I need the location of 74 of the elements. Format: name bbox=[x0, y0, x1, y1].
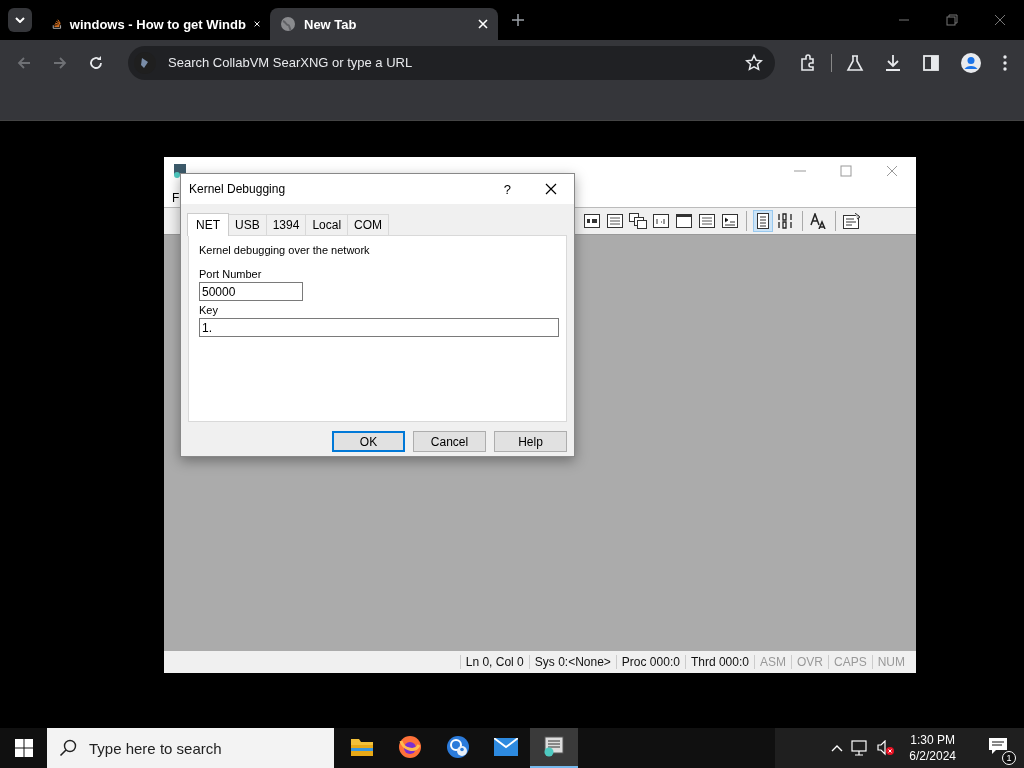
toolbar-button[interactable] bbox=[809, 210, 829, 232]
close-icon[interactable] bbox=[545, 183, 557, 195]
side-panel-icon[interactable] bbox=[922, 53, 940, 72]
register-window-icon bbox=[653, 214, 669, 228]
list-window-icon bbox=[699, 214, 715, 228]
clock-date[interactable]: 6/2/2024 bbox=[909, 749, 956, 763]
toolbar-button[interactable] bbox=[753, 210, 773, 232]
search-input[interactable]: Type here to search bbox=[87, 738, 321, 758]
list-window-icon bbox=[607, 214, 623, 228]
browser-tab[interactable]: windows - How to get Windb bbox=[42, 8, 270, 40]
star-icon[interactable] bbox=[745, 53, 763, 72]
field-label: Port Number bbox=[199, 268, 262, 280]
chevron-down-icon bbox=[15, 17, 25, 23]
globe-icon bbox=[280, 16, 296, 32]
address-bar[interactable]: Search CollabVM SearXNG or type a URL bbox=[128, 45, 775, 80]
tab-list-button[interactable] bbox=[8, 8, 32, 32]
tab-title: New Tab bbox=[304, 16, 358, 32]
binary-icon bbox=[777, 213, 795, 229]
restore-icon[interactable] bbox=[946, 14, 958, 26]
mail-icon bbox=[494, 738, 518, 756]
folder-icon bbox=[350, 736, 374, 758]
field-label: Key bbox=[199, 304, 218, 316]
puzzle-icon[interactable] bbox=[799, 53, 817, 72]
key-field[interactable]: 1. bbox=[199, 318, 559, 337]
menu-icon[interactable] bbox=[1002, 53, 1008, 72]
forward-icon[interactable] bbox=[52, 54, 68, 71]
port-number-field[interactable]: 50000 bbox=[199, 282, 303, 301]
search-icon bbox=[59, 739, 77, 757]
network-icon[interactable] bbox=[851, 740, 870, 756]
taskbar-app[interactable] bbox=[530, 728, 578, 768]
dialog-button[interactable]: Help bbox=[494, 431, 567, 452]
dialog-title: Kernel Debugging bbox=[189, 182, 286, 196]
status-field: Thrd 000:0 bbox=[684, 655, 754, 669]
plus-icon[interactable] bbox=[512, 14, 524, 26]
status-field: CAPS bbox=[828, 655, 872, 669]
people-icon bbox=[446, 735, 470, 759]
help-button[interactable]: ? bbox=[499, 181, 515, 197]
browser-tab[interactable]: New Tab bbox=[270, 8, 498, 40]
tab[interactable]: COM bbox=[347, 214, 390, 235]
close-icon[interactable] bbox=[253, 19, 260, 29]
options-icon bbox=[843, 213, 861, 229]
toolbar-button[interactable] bbox=[628, 210, 648, 232]
tab[interactable]: NET bbox=[187, 213, 229, 236]
status-field: NUM bbox=[871, 655, 910, 669]
taskbar-search-field[interactable]: Type here to search bbox=[47, 728, 334, 768]
status-field: Sys 0:<None> bbox=[528, 655, 616, 669]
status-field: OVR bbox=[790, 655, 828, 669]
notification-badge: 1 bbox=[1002, 751, 1016, 765]
profile-icon[interactable] bbox=[960, 51, 982, 74]
font-size-icon bbox=[810, 213, 828, 229]
status-field: Proc 000:0 bbox=[615, 655, 685, 669]
stacked-windows-icon bbox=[629, 213, 647, 229]
menu-item[interactable]: F bbox=[172, 191, 180, 205]
dialog-button[interactable]: Cancel bbox=[413, 431, 486, 452]
toolbar-button[interactable] bbox=[842, 210, 862, 232]
tab-title: windows - How to get Windb bbox=[69, 16, 246, 32]
status-field: ASM bbox=[753, 655, 791, 669]
document-icon bbox=[757, 213, 769, 229]
volume-muted-icon[interactable] bbox=[877, 740, 896, 756]
command-window-icon bbox=[722, 214, 738, 228]
hex-window-icon bbox=[584, 214, 600, 228]
windows-start-icon[interactable] bbox=[15, 739, 33, 757]
notification-icon[interactable] bbox=[988, 737, 1008, 755]
blank-window-icon bbox=[676, 214, 692, 228]
description-text: Kernel debugging over the network bbox=[199, 244, 370, 256]
back-icon[interactable] bbox=[16, 54, 32, 71]
clock-time[interactable]: 1:30 PM bbox=[910, 733, 955, 747]
download-icon[interactable] bbox=[884, 53, 902, 72]
reload-icon[interactable] bbox=[88, 54, 104, 71]
chevron-up-icon[interactable] bbox=[831, 744, 844, 752]
debugger-icon bbox=[543, 736, 565, 758]
status-field: Ln 0, Col 0 bbox=[459, 655, 529, 669]
dialog-button[interactable]: OK bbox=[332, 431, 405, 452]
flask-icon[interactable] bbox=[846, 53, 864, 72]
